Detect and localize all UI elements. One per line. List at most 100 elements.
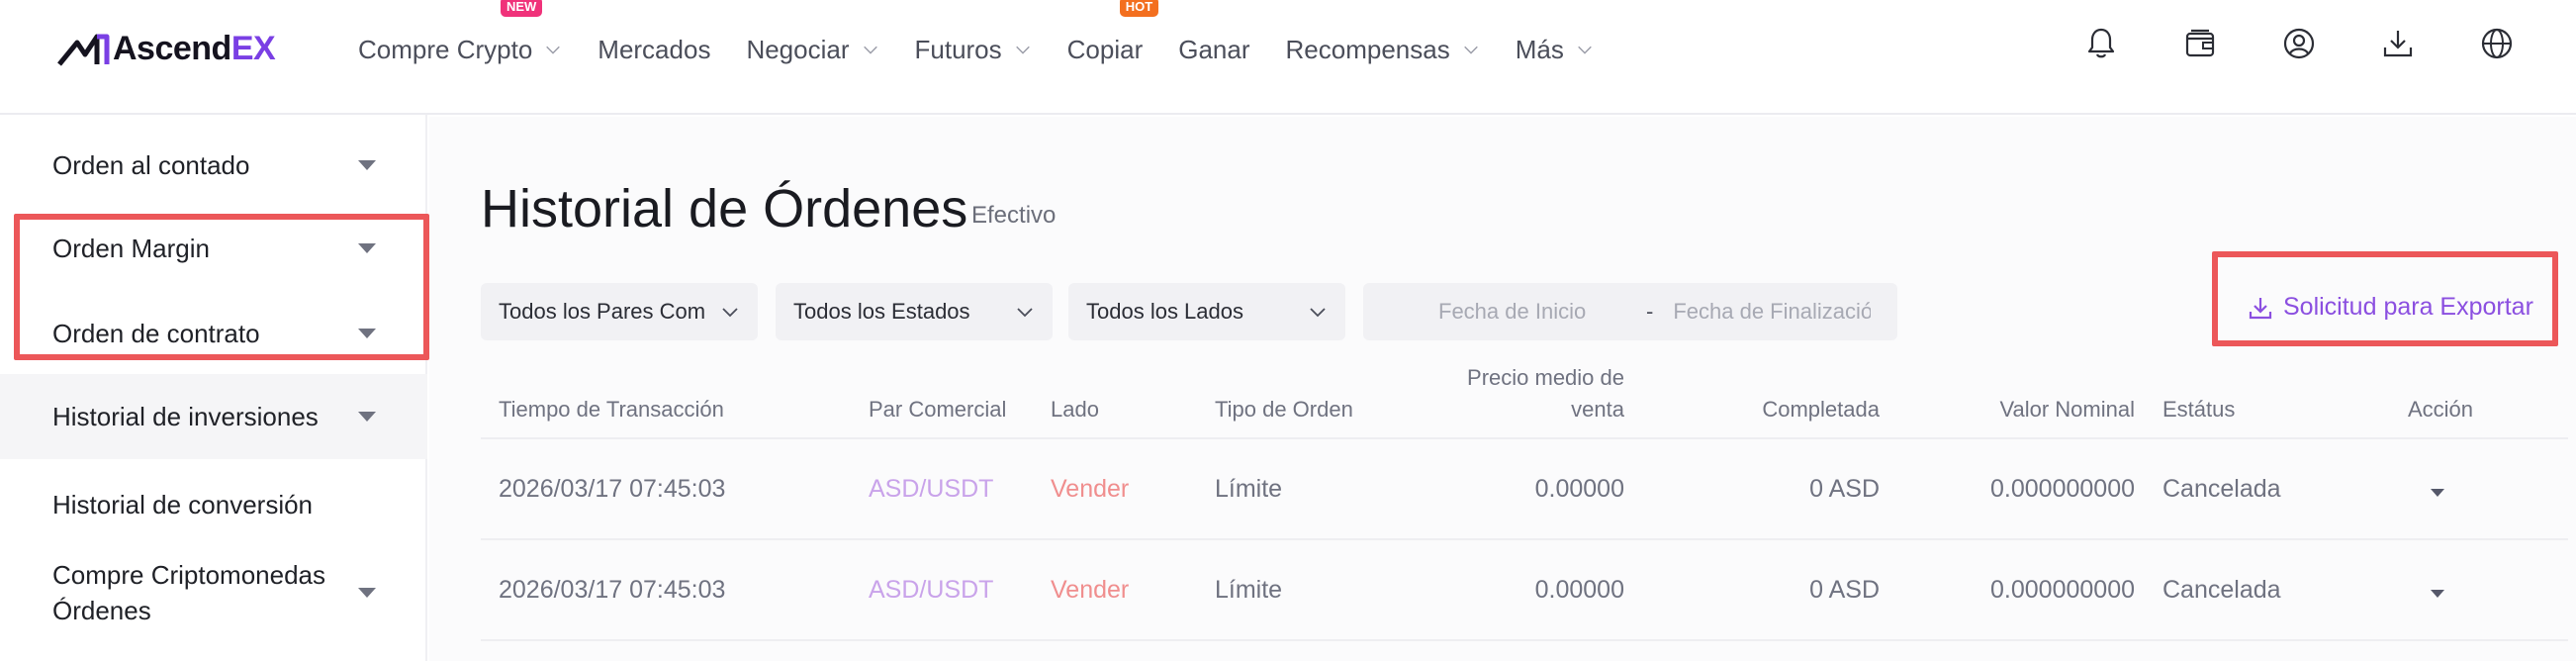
- header-actions: [2081, 24, 2576, 73]
- end-date-input[interactable]: [1673, 299, 1872, 325]
- cell-status: Cancelada: [2162, 475, 2281, 503]
- chevron-down-icon: [863, 46, 877, 54]
- orders-sidebar: Orden al contado Orden Margin Orden de c…: [0, 115, 427, 661]
- sidebar-item-label: Orden Margin: [52, 234, 210, 263]
- nav-label: Más: [1515, 34, 1564, 64]
- cell-notional: 0.000000000: [1990, 576, 2135, 604]
- col-avg-price: Precio medio de venta: [1430, 362, 1624, 425]
- chevron-down-icon: [722, 308, 738, 318]
- nav-label: Ganar: [1178, 34, 1250, 64]
- cell-avg-price: 0.00000: [1534, 576, 1624, 604]
- export-label: Solicitud para Exportar: [2283, 293, 2533, 321]
- cell-order-type: Límite: [1215, 475, 1283, 503]
- date-separator: -: [1646, 299, 1654, 324]
- bell-icon[interactable]: [2081, 24, 2121, 63]
- globe-icon[interactable]: [2477, 24, 2517, 63]
- cell-side: Vender: [1051, 576, 1130, 604]
- wallet-icon[interactable]: [2180, 24, 2220, 63]
- nav-label: Futuros: [914, 34, 1002, 64]
- sidebar-item-margin-orders[interactable]: Orden Margin: [0, 222, 427, 275]
- nav-label: Recompensas: [1285, 34, 1450, 64]
- table-row: 2026/03/17 07:45:03 ASD/USDT Vender Lími…: [481, 542, 2568, 641]
- col-avg-price-line2: venta: [1571, 397, 1624, 422]
- sidebar-item-crypto-purchase-orders[interactable]: Compre Criptomonedas Órdenes: [0, 550, 427, 635]
- chevron-down-icon: [1463, 46, 1478, 54]
- table-header: Tiempo de Transacción Par Comercial Lado…: [481, 365, 2568, 439]
- expand-row-caret-icon[interactable]: [2431, 489, 2444, 497]
- ascendex-logo[interactable]: AscendEX: [57, 26, 276, 71]
- filter-value: Todos los Estados: [793, 299, 970, 324]
- table-row: 2026/03/17 07:45:03 ASD/USDT Vender Lími…: [481, 441, 2568, 540]
- cell-pair[interactable]: ASD/USDT: [869, 576, 993, 605]
- date-range-picker: -: [1363, 283, 1897, 340]
- cell-side: Vender: [1051, 475, 1130, 503]
- sidebar-item-label: Orden al contado: [52, 150, 250, 180]
- col-action: Acción: [2408, 397, 2474, 422]
- nav-futuros[interactable]: Futuros: [915, 35, 1032, 65]
- col-filled: Completada: [1762, 397, 1880, 422]
- download-icon: [2249, 297, 2272, 319]
- sidebar-item-label: Orden de contrato: [52, 319, 260, 348]
- nav-copiar[interactable]: Copiar HOT: [1066, 0, 1159, 65]
- nav-recompensas[interactable]: Recompensas: [1286, 35, 1480, 65]
- side-filter-select[interactable]: Todos los Lados: [1068, 283, 1345, 340]
- col-pair: Par Comercial: [869, 397, 1007, 422]
- nav-compre-crypto[interactable]: Compre Crypto NEW: [358, 0, 562, 65]
- nav-negociar[interactable]: Negociar: [746, 35, 878, 65]
- page-title: Historial de Órdenes: [481, 179, 968, 238]
- col-order-type: Tipo de Orden: [1215, 397, 1353, 422]
- pair-filter-select[interactable]: Todos los Pares Com: [481, 283, 758, 340]
- main-menu: Compre Crypto NEW Mercados Negociar Futu…: [358, 0, 1629, 99]
- chevron-down-icon: [1017, 308, 1033, 318]
- cell-time: 2026/03/17 07:45:03: [499, 576, 726, 604]
- cell-pair[interactable]: ASD/USDT: [869, 475, 993, 504]
- nav-mas[interactable]: Más: [1516, 35, 1594, 65]
- order-history-panel: Historial de Órdenes Efectivo Todos los …: [429, 117, 2576, 661]
- download-icon[interactable]: [2378, 24, 2418, 63]
- chevron-down-icon: [1310, 308, 1326, 318]
- nav-label: Negociar: [746, 34, 850, 64]
- sidebar-item-spot-orders[interactable]: Orden al contado: [0, 139, 427, 192]
- logo-mark-icon: [57, 34, 110, 66]
- col-side: Lado: [1051, 397, 1099, 422]
- page-subtitle: Efectivo: [971, 202, 1057, 229]
- new-badge: NEW: [500, 0, 543, 17]
- sidebar-item-label: Historial de conversión: [52, 490, 314, 519]
- cell-order-type: Límite: [1215, 576, 1283, 604]
- cell-filled: 0 ASD: [1809, 475, 1880, 503]
- nav-ganar[interactable]: Ganar: [1178, 35, 1249, 65]
- cell-avg-price: 0.00000: [1534, 475, 1624, 503]
- caret-down-icon: [358, 329, 376, 338]
- sidebar-item-investment-history[interactable]: Historial de inversiones: [0, 374, 427, 459]
- sidebar-item-label: Historial de inversiones: [52, 402, 319, 431]
- sidebar-item-conversion-history[interactable]: Historial de conversión: [0, 475, 427, 534]
- start-date-input[interactable]: [1438, 299, 1626, 325]
- col-time: Tiempo de Transacción: [499, 397, 724, 422]
- nav-label: Copiar: [1066, 34, 1144, 64]
- sidebar-item-contract-orders[interactable]: Orden de contrato: [0, 307, 427, 360]
- col-avg-price-line1: Precio medio de: [1467, 365, 1624, 390]
- nav-mercados[interactable]: Mercados: [598, 35, 710, 65]
- caret-down-icon: [358, 588, 376, 598]
- nav-label: Compre Crypto: [358, 34, 533, 64]
- top-navigation: AscendEX Compre Crypto NEW Mercados Nego…: [0, 0, 2576, 115]
- status-filter-select[interactable]: Todos los Estados: [776, 283, 1053, 340]
- caret-down-icon: [358, 243, 376, 253]
- cell-filled: 0 ASD: [1809, 576, 1880, 604]
- user-icon[interactable]: [2279, 24, 2319, 63]
- cell-notional: 0.000000000: [1990, 475, 2135, 503]
- logo-text: AscendEX: [113, 29, 276, 67]
- export-request-button[interactable]: Solicitud para Exportar: [2248, 293, 2533, 322]
- filter-value: Todos los Pares Com: [499, 299, 706, 324]
- chevron-down-icon: [546, 46, 561, 54]
- caret-down-icon: [358, 412, 376, 422]
- sidebar-item-label: Compre Criptomonedas Órdenes: [52, 560, 326, 625]
- col-notional: Valor Nominal: [1999, 397, 2135, 422]
- expand-row-caret-icon[interactable]: [2431, 590, 2444, 598]
- filter-value: Todos los Lados: [1086, 299, 1243, 324]
- hot-badge: HOT: [1119, 0, 1159, 17]
- cell-status: Cancelada: [2162, 576, 2281, 604]
- col-status: Estátus: [2162, 397, 2236, 422]
- chevron-down-icon: [1578, 46, 1592, 54]
- nav-label: Mercados: [598, 34, 711, 64]
